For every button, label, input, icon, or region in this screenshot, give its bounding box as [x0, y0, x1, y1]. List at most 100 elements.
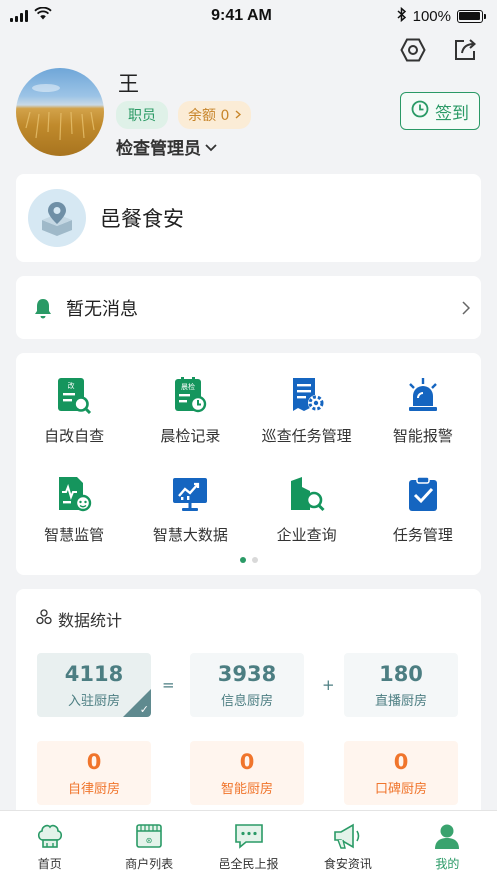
avatar[interactable] — [16, 68, 104, 156]
menu-morning-check[interactable]: 晨检 晨检记录 — [132, 375, 248, 446]
tab-food-safety-news[interactable]: 食安资讯 — [298, 811, 397, 883]
stat-info-kitchens[interactable]: 3938 信息厨房 — [190, 653, 304, 717]
alarm-icon — [403, 375, 443, 415]
notice-card[interactable]: 暂无消息 — [16, 276, 481, 339]
stat-label: 口碑厨房 — [374, 781, 427, 797]
page-dot[interactable] — [251, 557, 258, 563]
stat-label: 信息厨房 — [220, 693, 273, 709]
menu-label: 智能报警 — [392, 427, 453, 445]
status-bar: 9:41 AM 100% — [0, 0, 497, 32]
menu-alarm[interactable]: 智能报警 — [365, 375, 481, 446]
menu-smart-supervision[interactable]: 智慧监管 — [16, 474, 132, 545]
balance-label: 余额 0 — [188, 108, 230, 124]
tab-mine[interactable]: 我的 — [398, 811, 497, 883]
tab-label: 商户列表 — [125, 857, 174, 871]
menu-big-data[interactable]: 智慧大数据 — [132, 474, 248, 545]
settings-icon[interactable] — [399, 36, 427, 64]
menu-enterprise-search[interactable]: 企业查询 — [249, 474, 365, 545]
svg-text:晨检: 晨检 — [181, 382, 195, 391]
enterprise-search-icon — [287, 474, 327, 514]
status-left — [10, 6, 130, 25]
brand-title: 邑餐食安 — [100, 207, 184, 231]
role-badge: 职员 — [116, 101, 168, 129]
stat-value: 0 — [86, 749, 102, 774]
menu-patrol-task[interactable]: 巡查任务管理 — [249, 375, 365, 446]
big-data-icon — [170, 474, 210, 514]
plus-operator: + — [322, 676, 335, 694]
notice-text: 暂无消息 — [66, 298, 138, 320]
menu-task-management[interactable]: 任务管理 — [365, 474, 481, 545]
tab-merchants[interactable]: ⊛ 商户列表 — [99, 811, 198, 883]
chevron-down-icon — [205, 137, 217, 157]
stat-label: 直播厨房 — [374, 693, 427, 709]
morning-check-icon: 晨检 — [170, 375, 210, 415]
brand-logo-icon — [28, 189, 86, 247]
function-grid: 改 自改自查 晨检 晨检记录 巡查任务管理 智能报警 智慧监管 智慧大数据 企业… — [16, 375, 481, 545]
menu-label: 自改自查 — [44, 427, 105, 445]
stat-value: 4118 — [64, 661, 124, 686]
menu-self-inspect[interactable]: 改 自改自查 — [16, 375, 132, 446]
cellular-signal-icon — [10, 10, 28, 22]
stat-settled-kitchens[interactable]: 4118 入驻厨房 ✓ — [37, 653, 151, 717]
stat-value: 0 — [239, 749, 255, 774]
menu-label: 晨检记录 — [160, 427, 221, 445]
status-right: 100% — [353, 6, 486, 26]
cluster-icon — [36, 609, 52, 629]
chevron-right-icon — [451, 300, 481, 315]
stat-value: 3938 — [217, 661, 277, 686]
stat-label: 自律厨房 — [67, 781, 120, 797]
brand-card[interactable]: 邑餐食安 — [16, 174, 481, 262]
page-dot-active[interactable] — [239, 557, 246, 563]
profile-badges: 职员 余额 0 — [116, 101, 252, 129]
bluetooth-icon — [397, 6, 407, 26]
chef-hat-icon — [33, 821, 67, 851]
stats-title: 数据统计 — [58, 611, 123, 630]
chat-report-icon — [232, 821, 266, 851]
stat-live-kitchens[interactable]: 180 直播厨房 — [344, 653, 458, 717]
balance-badge[interactable]: 余额 0 — [178, 101, 252, 129]
share-icon[interactable] — [451, 36, 479, 64]
user-name: 王 — [118, 72, 139, 96]
profile-section: 王 职员 余额 0 检查管理员 签到 — [16, 68, 482, 160]
bell-icon — [32, 297, 54, 319]
clock-icon — [411, 100, 429, 123]
patrol-task-icon — [287, 375, 327, 415]
stat-reputation-kitchens[interactable]: 0 口碑厨房 — [344, 741, 458, 805]
status-time: 9:41 AM — [211, 7, 272, 24]
wifi-icon — [34, 6, 52, 25]
equals-operator: = — [162, 676, 175, 694]
checkin-label: 签到 — [435, 103, 469, 124]
page-indicator — [16, 557, 481, 563]
function-grid-card: 改 自改自查 晨检 晨检记录 巡查任务管理 智能报警 智慧监管 智慧大数据 企业… — [16, 353, 481, 575]
battery-percent: 100% — [412, 7, 451, 25]
svg-text:⊛: ⊛ — [146, 836, 153, 845]
menu-label: 任务管理 — [392, 526, 453, 544]
menu-label: 企业查询 — [276, 526, 337, 544]
role-selector[interactable]: 检查管理员 — [116, 134, 217, 159]
stat-self-discipline-kitchens[interactable]: 0 自律厨房 — [37, 741, 151, 805]
tab-public-report[interactable]: 邑全民上报 — [199, 811, 298, 883]
svg-text:改: 改 — [68, 381, 75, 390]
tab-label: 我的 — [435, 857, 460, 871]
tab-home[interactable]: 首页 — [0, 811, 99, 883]
role-select-label: 检查管理员 — [116, 139, 201, 159]
chevron-right-icon — [235, 107, 242, 123]
top-actions — [399, 36, 479, 64]
smart-supervision-icon — [54, 474, 94, 514]
stats-header: 数据统计 — [36, 607, 122, 631]
bottom-tab-bar: 首页 ⊛ 商户列表 邑全民上报 食安资讯 我的 — [0, 810, 497, 883]
tab-label: 邑全民上报 — [218, 857, 279, 871]
menu-label: 巡查任务管理 — [261, 427, 352, 445]
user-icon — [430, 821, 464, 851]
task-management-icon — [403, 474, 443, 514]
check-icon: ✓ — [139, 703, 149, 716]
checkin-button[interactable]: 签到 — [400, 92, 480, 130]
stat-label: 智能厨房 — [220, 781, 273, 797]
stat-value: 0 — [393, 749, 409, 774]
menu-label: 智慧监管 — [44, 526, 105, 544]
megaphone-icon — [331, 821, 365, 851]
stat-label: 入驻厨房 — [67, 693, 120, 709]
menu-label: 智慧大数据 — [152, 526, 228, 544]
stat-smart-kitchens[interactable]: 0 智能厨房 — [190, 741, 304, 805]
tab-label: 首页 — [37, 857, 62, 871]
